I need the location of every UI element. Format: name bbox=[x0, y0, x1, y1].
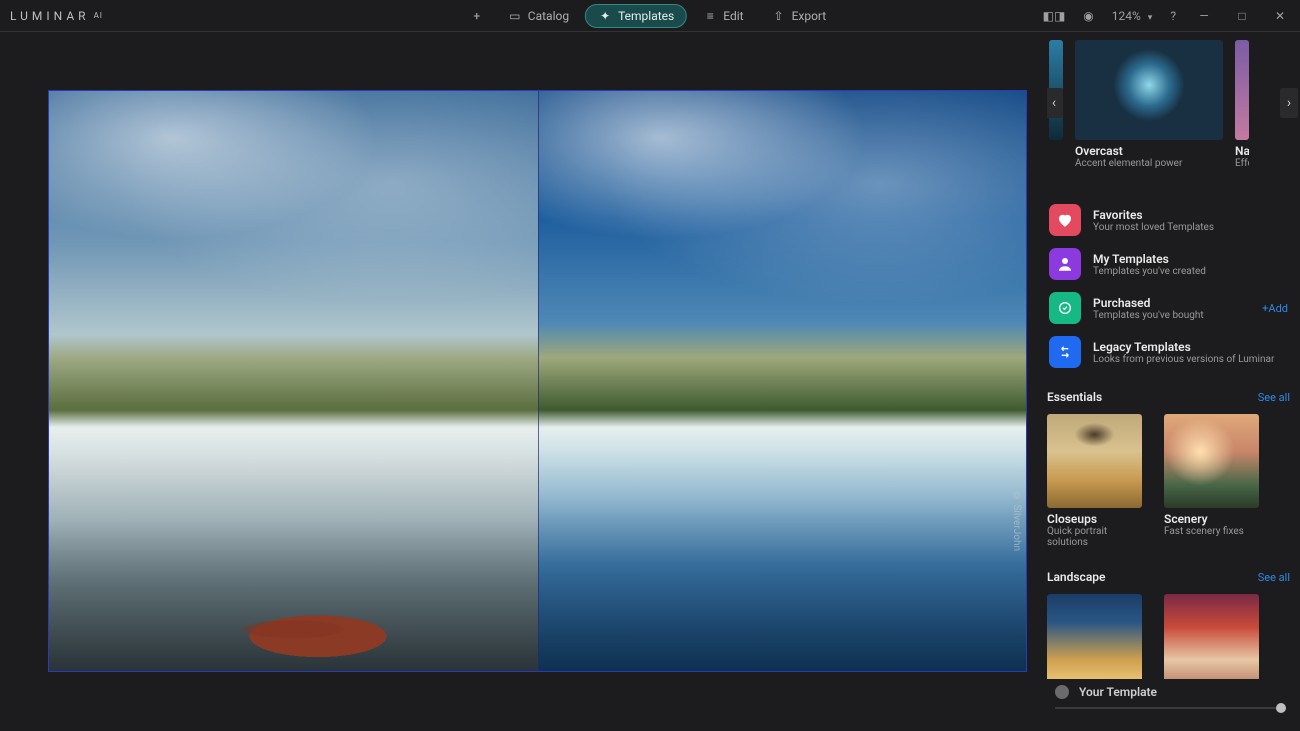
your-template-row[interactable]: Your Template bbox=[1055, 685, 1286, 699]
heart-icon bbox=[1049, 204, 1081, 236]
essentials-see-all[interactable]: See all bbox=[1258, 391, 1290, 404]
carousel-next-sliver[interactable]: Na Effo bbox=[1235, 40, 1249, 169]
section-head-essentials: Essentials See all bbox=[1047, 390, 1300, 404]
carousel-peek-title: Na bbox=[1235, 144, 1249, 158]
watermark: © SilverJohn bbox=[1011, 491, 1022, 551]
carousel-prev[interactable]: ‹ bbox=[1047, 88, 1063, 118]
sparkle-icon: ✦ bbox=[598, 9, 612, 23]
group-title: Legacy Templates bbox=[1093, 340, 1274, 354]
template-card-sub: Quick portrait solutions bbox=[1047, 526, 1142, 548]
template-strength-slider[interactable] bbox=[1055, 707, 1286, 709]
template-thumb bbox=[1164, 594, 1259, 679]
brand-sup: AI bbox=[94, 11, 103, 20]
group-sub: Templates you've bought bbox=[1093, 310, 1204, 321]
main: © SilverJohn ‹ Overcast Accent elemental… bbox=[0, 32, 1300, 731]
folder-icon: ▭ bbox=[508, 9, 522, 23]
zoom-control[interactable]: 124% ▾ bbox=[1112, 9, 1153, 23]
brand-text: LUMINAR bbox=[10, 9, 90, 23]
plus-icon: + bbox=[470, 9, 484, 23]
image-compare-canvas[interactable]: © SilverJohn bbox=[48, 90, 1027, 672]
window-close[interactable]: ✕ bbox=[1270, 9, 1290, 23]
template-card-scenery[interactable]: Scenery Fast scenery fixes bbox=[1164, 414, 1259, 548]
template-card-big-city-lights[interactable]: Big City Lights bbox=[1047, 594, 1142, 679]
export-button[interactable]: ⇧ Export bbox=[760, 5, 839, 27]
template-thumb bbox=[1047, 414, 1142, 508]
sliders-icon: ≡ bbox=[703, 9, 717, 23]
template-card-title: Closeups bbox=[1047, 512, 1142, 526]
app-logo: LUMINAR AI bbox=[10, 9, 103, 23]
landscape-see-all[interactable]: See all bbox=[1258, 571, 1290, 584]
template-card-sunsets[interactable]: Sunsets bbox=[1164, 594, 1259, 679]
template-indicator-icon bbox=[1055, 685, 1069, 699]
template-card-title: Scenery bbox=[1164, 512, 1259, 526]
panel-footer: Your Template bbox=[1047, 679, 1300, 731]
group-purchased[interactable]: Purchased Templates you've bought +Add bbox=[1049, 292, 1296, 324]
your-template-label: Your Template bbox=[1079, 685, 1157, 699]
panel-scroll[interactable]: ‹ Overcast Accent elemental power Na Eff… bbox=[1047, 40, 1300, 679]
group-favorites[interactable]: Favorites Your most loved Templates bbox=[1049, 204, 1296, 236]
add-button[interactable]: + bbox=[462, 5, 492, 27]
export-icon: ⇧ bbox=[772, 9, 786, 23]
recommend-carousel: ‹ Overcast Accent elemental power Na Eff… bbox=[1047, 40, 1300, 180]
group-sub: Looks from previous versions of Luminar bbox=[1093, 354, 1274, 365]
section-head-landscape: Landscape See all bbox=[1047, 570, 1300, 584]
edit-button[interactable]: ≡ Edit bbox=[691, 5, 755, 27]
group-my-templates[interactable]: My Templates Templates you've created bbox=[1049, 248, 1296, 280]
zoom-value: 124% bbox=[1112, 9, 1141, 23]
template-card-sub: Fast scenery fixes bbox=[1164, 526, 1259, 537]
landscape-row: Big City Lights Sunsets bbox=[1047, 594, 1300, 679]
section-title: Essentials bbox=[1047, 390, 1102, 404]
carousel-peek-sub: Effo bbox=[1235, 158, 1249, 169]
template-thumb bbox=[1047, 594, 1142, 679]
compare-icon[interactable]: ◧◨ bbox=[1043, 9, 1066, 23]
group-title: My Templates bbox=[1093, 252, 1206, 266]
toolbar: LUMINAR AI + ▭ Catalog ✦ Templates ≡ Edi… bbox=[0, 0, 1300, 32]
compare-split-handle[interactable] bbox=[538, 91, 539, 671]
help-icon[interactable]: ? bbox=[1170, 9, 1176, 23]
carousel-card-title: Overcast bbox=[1075, 144, 1223, 158]
toolbar-center: + ▭ Catalog ✦ Templates ≡ Edit ⇧ Export bbox=[462, 4, 838, 28]
group-title: Purchased bbox=[1093, 296, 1204, 310]
eye-icon[interactable]: ◉ bbox=[1083, 9, 1093, 23]
carousel-thumb bbox=[1075, 40, 1223, 140]
carousel-card-overcast[interactable]: Overcast Accent elemental power bbox=[1075, 40, 1223, 169]
templates-panel: ‹ Overcast Accent elemental power Na Eff… bbox=[1047, 32, 1300, 731]
after-image bbox=[538, 91, 1027, 671]
compare-before bbox=[49, 91, 538, 671]
carousel-next[interactable]: › bbox=[1280, 88, 1298, 118]
catalog-button[interactable]: ▭ Catalog bbox=[496, 5, 581, 27]
template-card-closeups[interactable]: Closeups Quick portrait solutions bbox=[1047, 414, 1142, 548]
cart-icon bbox=[1049, 292, 1081, 324]
templates-label: Templates bbox=[618, 9, 674, 23]
toolbar-right: ◧◨ ◉ 124% ▾ ? — □ ✕ bbox=[1043, 9, 1290, 23]
group-sub: Your most loved Templates bbox=[1093, 222, 1214, 233]
group-title: Favorites bbox=[1093, 208, 1214, 222]
export-label: Export bbox=[792, 9, 827, 23]
compare-after bbox=[538, 91, 1027, 671]
essentials-row: Closeups Quick portrait solutions Scener… bbox=[1047, 414, 1300, 548]
user-icon bbox=[1049, 248, 1081, 280]
group-legacy[interactable]: Legacy Templates Looks from previous ver… bbox=[1049, 336, 1296, 368]
swap-icon bbox=[1049, 336, 1081, 368]
purchased-add-link[interactable]: +Add bbox=[1262, 302, 1288, 315]
window-maximize[interactable]: □ bbox=[1232, 9, 1252, 23]
group-sub: Templates you've created bbox=[1093, 266, 1206, 277]
carousel-card-sub: Accent elemental power bbox=[1075, 158, 1223, 169]
template-thumb bbox=[1164, 414, 1259, 508]
slider-handle[interactable] bbox=[1276, 703, 1286, 713]
template-groups: Favorites Your most loved Templates My T… bbox=[1047, 204, 1300, 368]
section-title: Landscape bbox=[1047, 570, 1105, 584]
canvas-area: © SilverJohn bbox=[0, 32, 1047, 731]
catalog-label: Catalog bbox=[528, 9, 569, 23]
templates-button[interactable]: ✦ Templates bbox=[585, 4, 687, 28]
window-minimize[interactable]: — bbox=[1194, 9, 1214, 23]
edit-label: Edit bbox=[723, 9, 743, 23]
chevron-down-icon: ▾ bbox=[1148, 13, 1153, 23]
before-scene bbox=[49, 323, 538, 671]
